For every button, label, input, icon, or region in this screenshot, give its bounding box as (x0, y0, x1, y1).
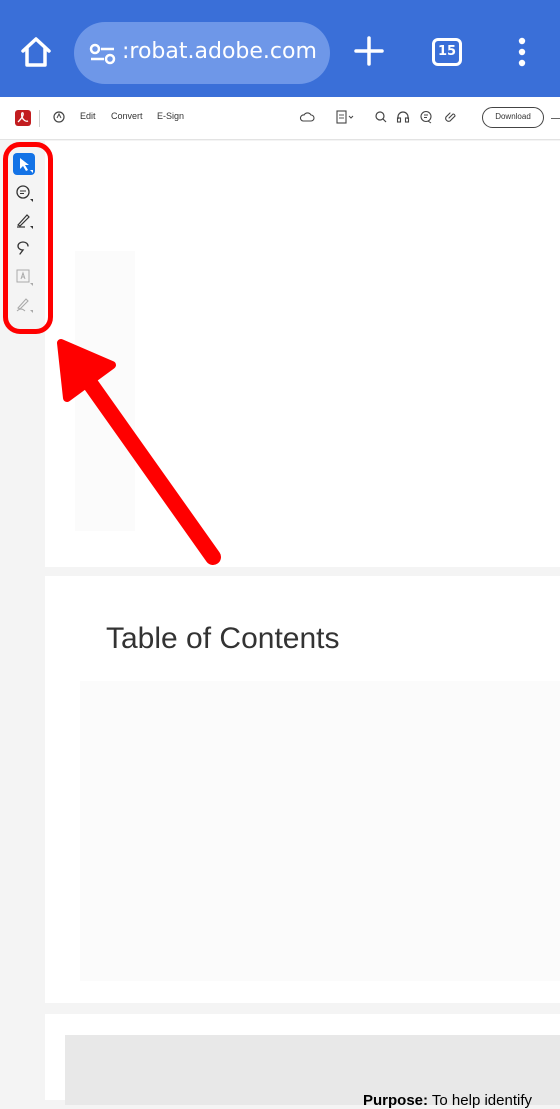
lasso-tool-icon[interactable] (13, 237, 35, 259)
overflow-indicator (551, 118, 560, 119)
menu-convert[interactable]: Convert (111, 111, 143, 121)
search-icon[interactable] (373, 109, 389, 125)
ai-assistant-icon[interactable] (51, 109, 67, 125)
acrobat-logo-icon[interactable] (15, 110, 31, 126)
purpose-panel: Purpose: To help identify (65, 1035, 560, 1109)
document-page-3[interactable]: Purpose: To help identify (45, 1014, 560, 1109)
link-icon[interactable] (442, 109, 458, 125)
tab-switcher-button[interactable]: 15 (432, 38, 462, 66)
text-box-tool-icon[interactable] (13, 266, 35, 288)
read-aloud-icon[interactable] (395, 109, 411, 125)
purpose-label: Purpose: (363, 1092, 429, 1109)
acrobat-toolbar: Edit Convert E-Sign Download (0, 97, 560, 140)
page-shading (80, 681, 560, 981)
draw-tool-icon[interactable] (13, 209, 35, 231)
menu-edit[interactable]: Edit (80, 111, 96, 121)
more-options-icon[interactable] (512, 36, 532, 68)
download-button[interactable]: Download (482, 107, 544, 128)
cloud-icon[interactable] (299, 109, 315, 125)
url-text[interactable]: :robat.adobe.com (122, 39, 317, 64)
select-tool-icon[interactable] (13, 153, 35, 175)
table-of-contents-heading: Table of Contents (106, 622, 340, 655)
purpose-text: Purpose: To help identify (363, 1092, 532, 1109)
new-tab-icon[interactable] (352, 34, 386, 68)
document-page-2[interactable]: Table of Contents (45, 576, 560, 1003)
comment-icon[interactable] (418, 109, 434, 125)
page-view-icon[interactable] (335, 109, 357, 125)
browser-toolbar: :robat.adobe.com 15 (0, 0, 560, 97)
document-page-1[interactable] (45, 141, 560, 567)
tool-rail (0, 141, 44, 1100)
sign-tool-icon[interactable] (13, 293, 35, 315)
home-icon[interactable] (18, 34, 54, 70)
site-settings-icon[interactable] (88, 42, 118, 66)
comment-tool-icon[interactable] (13, 182, 35, 204)
address-bar[interactable]: :robat.adobe.com (74, 22, 330, 84)
purpose-body: To help identify (431, 1092, 532, 1109)
page-shading (75, 251, 135, 531)
toolbar-divider (39, 110, 40, 127)
menu-e-sign[interactable]: E-Sign (157, 111, 184, 121)
